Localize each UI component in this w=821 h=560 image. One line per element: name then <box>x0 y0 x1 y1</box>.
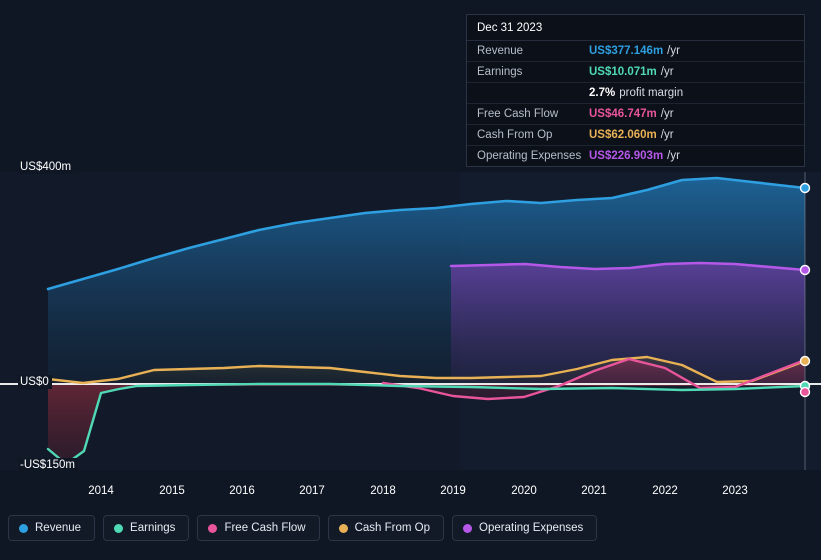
x-axis-tick: 2022 <box>652 485 678 497</box>
tooltip-row-unit: /yr <box>667 45 680 57</box>
tooltip-row: 2.7% profit margin <box>467 83 804 104</box>
chart-tooltip: Dec 31 2023 Revenue US$377.146m/yr Earning… <box>466 14 805 167</box>
tooltip-row-value: US$226.903m <box>589 150 664 162</box>
legend-item-free-cash-flow[interactable]: Free Cash Flow <box>197 515 320 541</box>
legend-item-revenue[interactable]: Revenue <box>8 515 96 541</box>
tooltip-row: Operating Expenses US$226.903m/yr <box>467 146 804 166</box>
x-axis-tick: 2023 <box>722 485 748 497</box>
legend-item-earnings[interactable]: Earnings <box>103 515 190 541</box>
x-axis-tick: 2016 <box>229 485 255 497</box>
x-axis-tick: 2019 <box>440 485 466 497</box>
tooltip-row-value: US$62.060m <box>589 129 657 141</box>
tooltip-row-value: US$377.146m <box>589 45 664 57</box>
chart-legend: Revenue Earnings Free Cash Flow Cash From O… <box>8 515 598 541</box>
tooltip-row-unit: /yr <box>660 129 674 141</box>
x-axis-tick: 2021 <box>581 485 607 497</box>
legend-item-operating-expenses[interactable]: Operating Expenses <box>452 515 598 541</box>
x-axis-tick: 2015 <box>159 485 185 497</box>
tooltip-row: Revenue US$377.146m/yr <box>467 41 804 62</box>
endpoint-cashfromop <box>799 355 811 367</box>
tooltip-row-label: Cash From Op <box>477 129 553 141</box>
endpoint-opex <box>799 264 811 276</box>
legend-color-dot-icon <box>114 523 124 533</box>
x-axis-tick: 2018 <box>370 485 396 497</box>
endpoint-revenue <box>799 182 811 194</box>
tooltip-row: Earnings US$10.071m/yr <box>467 62 804 83</box>
legend-color-dot-icon <box>338 523 348 533</box>
legend-item-label: Revenue <box>35 522 82 534</box>
tooltip-row-value: 2.7% <box>589 87 616 99</box>
x-axis-tick: 2014 <box>88 485 114 497</box>
tooltip-row-label: Free Cash Flow <box>477 108 559 120</box>
tooltip-row-label: Revenue <box>477 45 524 57</box>
legend-color-dot-icon <box>208 523 218 533</box>
x-axis-tick: 2017 <box>299 485 325 497</box>
tooltip-row-unit: /yr <box>667 150 680 162</box>
legend-color-dot-icon <box>19 523 28 533</box>
legend-item-label: Free Cash Flow <box>224 522 306 534</box>
tooltip-row-label: Earnings <box>477 66 523 78</box>
endpoint-fcf <box>799 386 811 398</box>
y-axis-bottom-label: -US$150m <box>18 458 78 472</box>
tooltip-row-unit: /yr <box>660 66 674 78</box>
tooltip-row-value: US$10.071m <box>589 66 657 78</box>
tooltip-row-value: US$46.747m <box>589 108 657 120</box>
y-axis-top-label: US$400m <box>18 160 75 174</box>
tooltip-row-unit: /yr <box>660 108 674 120</box>
legend-color-dot-icon <box>463 523 473 533</box>
tooltip-date: Dec 31 2023 <box>467 15 804 41</box>
x-axis-tick: 2020 <box>511 485 537 497</box>
tooltip-rows: Revenue US$377.146m/yr Earnings US$10.071m /… <box>467 41 804 166</box>
tooltip-row-unit: profit margin <box>619 87 684 99</box>
legend-item-label: Operating Expenses <box>479 522 584 534</box>
chart-root: US$400m US$0 -US$150m 2014 2015 2016 2017 20… <box>0 0 821 560</box>
legend-item-label: Earnings <box>130 522 176 534</box>
y-axis-zero-label: US$0 <box>18 375 52 389</box>
tooltip-row-label: Operating Expenses <box>477 150 582 162</box>
legend-item-cash-from-op[interactable]: Cash From Op <box>327 515 445 541</box>
tooltip-row: Cash From Op US$62.060m/yr <box>467 125 804 146</box>
tooltip-row: Free Cash Flow US$46.747m/yr <box>467 104 804 125</box>
legend-item-label: Cash From Op <box>354 522 431 534</box>
